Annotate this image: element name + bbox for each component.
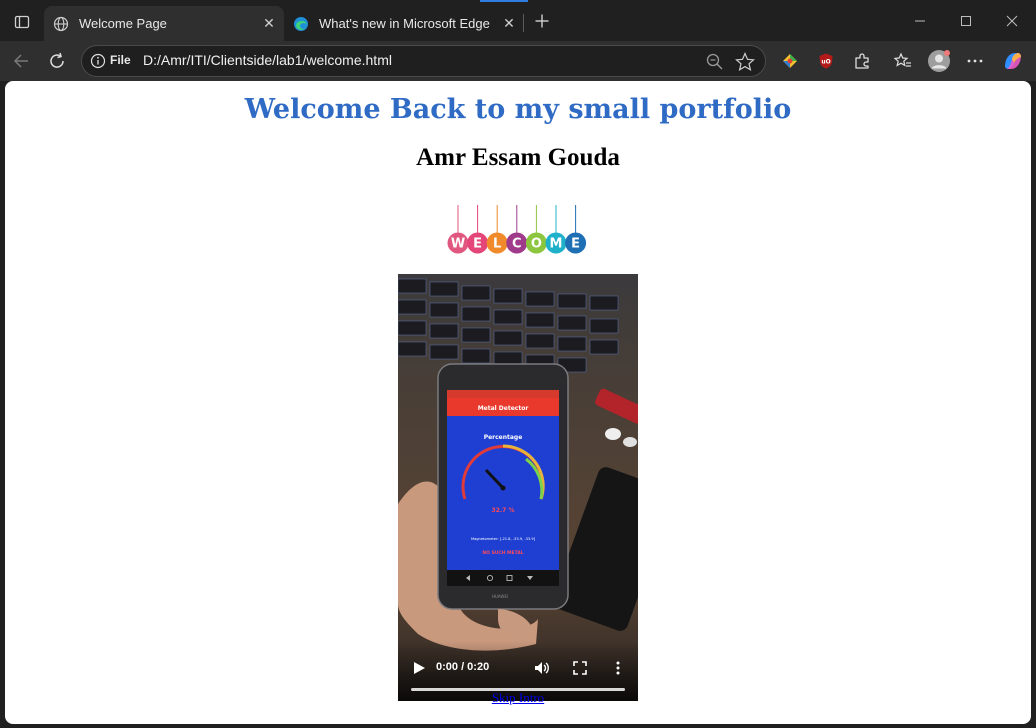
tab-title: Welcome Page [79,16,167,31]
profile-button[interactable] [925,47,953,75]
new-tab-button[interactable] [530,9,554,33]
welcome-banner-image: WELCOME [447,205,587,254]
skip-intro-link[interactable]: Skip Intro [5,690,1031,706]
extension-colorful-icon [783,54,797,68]
close-window-button[interactable] [989,6,1035,36]
welcome-letter: W [451,237,465,252]
zoom-icon[interactable] [704,51,726,73]
welcome-letter: L [493,237,501,252]
welcome-letter: E [473,237,482,252]
play-icon[interactable] [412,661,426,675]
video-player[interactable]: Metal Detector Percentage 32.7 % Magneto… [398,274,638,701]
browser-toolbar: File D:/Amr/ITI/Clientside/lab1/welcome.… [0,41,1036,81]
refresh-icon [50,52,64,68]
puzzle-icon [855,53,869,69]
ublock-extension-button[interactable]: uO [812,47,840,75]
tab-welcome-page[interactable]: Welcome Page ✕ [44,6,284,41]
tab-strip: Welcome Page ✕ What's new in Microsoft E… [0,0,1036,42]
close-tab-icon[interactable]: ✕ [498,13,520,35]
ublock-shield-icon: uO [819,53,833,69]
screen-title: Metal Detector [478,405,529,412]
refresh-button[interactable] [43,47,71,75]
back-button[interactable] [7,47,35,75]
more-options-icon[interactable] [612,660,624,676]
favorites-button[interactable] [889,47,917,75]
page-viewport: Welcome Back to my small portfolio Amr E… [5,81,1031,724]
screen-value: 32.7 % [492,507,515,514]
globe-icon [53,16,69,32]
tab-strip-accent [480,0,528,2]
volume-icon[interactable] [534,660,550,676]
maximize-icon [961,16,971,26]
info-icon[interactable] [90,53,106,69]
close-icon [1006,15,1018,27]
screen-label: Percentage [484,434,523,441]
tab-whats-new-edge[interactable]: What's new in Microsoft Edge ✕ [284,6,524,41]
video-frame: Metal Detector Percentage 32.7 % Magneto… [398,274,638,701]
copilot-icon [1005,53,1021,69]
minimize-icon [915,20,925,22]
welcome-letter: C [512,237,522,252]
back-arrow-icon [13,54,28,68]
screen-readout: Magnetometer: [-21.8, -33.9, -33.9] [471,537,536,541]
welcome-letter: O [531,237,542,252]
minimize-button[interactable] [897,6,943,36]
avatar-icon [928,50,950,72]
phone-brand: HUAWEI [492,594,508,599]
url-scheme-label: File [110,53,131,67]
tab-actions-button[interactable] [8,8,36,36]
fullscreen-icon[interactable] [572,660,588,676]
video-time: 0:00 / 0:20 [436,661,490,673]
close-tab-icon[interactable]: ✕ [258,13,280,35]
edge-icon [293,16,309,32]
settings-more-button[interactable] [961,47,989,75]
copilot-button[interactable] [999,47,1027,75]
screen-status: NO SUCH METAL [482,550,523,556]
extensions-button[interactable] [848,47,876,75]
url-text[interactable]: D:/Amr/ITI/Clientside/lab1/welcome.html [143,52,392,68]
extension-color-button[interactable] [776,47,804,75]
tab-title: What's new in Microsoft Edge [319,16,490,31]
plus-icon [535,14,549,28]
page-title: Welcome Back to my small portfolio [244,94,792,125]
svg-text:uO: uO [821,59,830,66]
welcome-letter: E [571,237,580,252]
welcome-letter: M [550,237,563,252]
favorites-list-icon [894,52,911,67]
author-name: Amr Essam Gouda [416,144,620,171]
tab-separator [523,14,524,32]
tab-actions-icon [14,15,30,29]
address-bar[interactable]: File D:/Amr/ITI/Clientside/lab1/welcome.… [81,45,766,77]
favorite-star-icon[interactable] [734,51,756,73]
maximize-button[interactable] [943,6,989,36]
more-dots-icon [967,59,983,63]
